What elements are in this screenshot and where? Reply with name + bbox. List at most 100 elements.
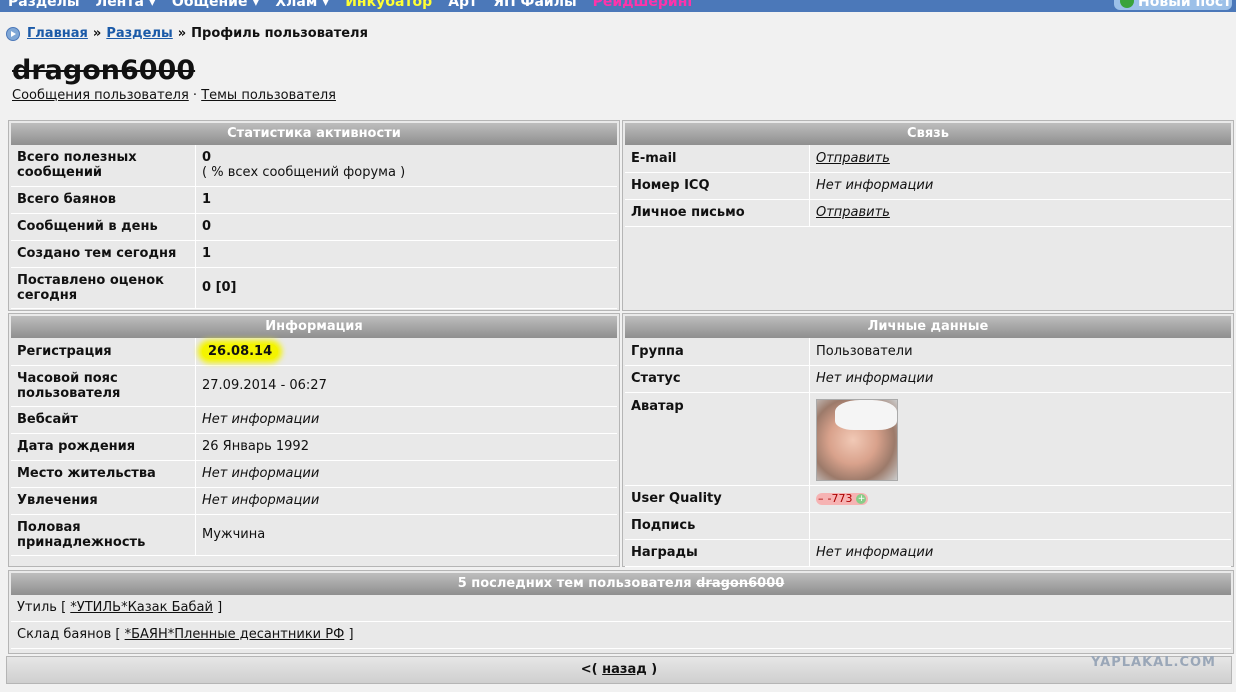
contact-key: E-mail: [625, 145, 810, 173]
nav-item-junk[interactable]: Хлам ▾: [275, 0, 329, 10]
breadcrumb-separator: »: [92, 26, 102, 41]
nav-item-raidsharing[interactable]: Рейдшеринг: [593, 0, 695, 10]
stats-key: Создано тем сегодня: [11, 240, 196, 268]
info-key: Часовой пояс пользователя: [11, 365, 196, 407]
info-value: Нет информации: [195, 460, 617, 488]
latest-topics-header: 5 последних тем пользователя dragon6000: [11, 573, 1231, 595]
topic-bracket: ]: [348, 627, 354, 642]
back-link[interactable]: назад: [602, 662, 647, 677]
back-bar: <( назад ): [6, 656, 1232, 684]
info-value: 27.09.2014 - 06:27: [195, 365, 617, 407]
personal-key: Награды: [625, 539, 810, 567]
nav-item-files[interactable]: ЯП Файлы: [493, 0, 576, 10]
table-row: Сообщений в день 0: [11, 213, 617, 241]
contact-value: Нет информации: [809, 172, 1231, 200]
info-key: Дата рождения: [11, 433, 196, 461]
topic-section: Склад баянов: [17, 627, 112, 642]
table-row: Увлечения Нет информации: [11, 487, 617, 515]
new-post-button[interactable]: Новый пост: [1114, 0, 1232, 10]
info-header: Информация: [11, 316, 617, 338]
nav-item-art[interactable]: Арт: [448, 0, 477, 10]
info-table: Регистрация 26.08.14 Часовой пояс пользо…: [11, 338, 617, 556]
stats-value: 1: [195, 186, 617, 214]
info-key: Регистрация: [11, 338, 196, 366]
contact-value: Отправить: [809, 199, 1231, 227]
breadcrumb: Главная » Разделы » Профиль пользователя: [6, 26, 368, 41]
topic-bracket: [: [61, 600, 67, 615]
table-row: Группа Пользователи: [625, 338, 1231, 366]
nav-item-chat[interactable]: Общение ▾: [172, 0, 260, 10]
table-row: Всего полезных сообщений 0( % всех сообщ…: [11, 145, 617, 187]
table-row: Дата рождения 26 Январь 1992: [11, 433, 617, 461]
table-row: Вебсайт Нет информации: [11, 406, 617, 434]
back-suffix: ): [651, 662, 658, 677]
uq-plus-button[interactable]: +: [856, 493, 867, 504]
links-separator: ·: [192, 88, 198, 103]
stats-key: Всего полезных сообщений: [11, 145, 196, 187]
new-post-label: Новый пост: [1138, 0, 1232, 10]
contact-table: E-mail Отправить Номер ICQ Нет информаци…: [625, 145, 1231, 227]
latest-topics-user: dragon6000: [696, 576, 785, 591]
table-row: Статус Нет информации: [625, 365, 1231, 393]
latest-topics-panel: 5 последних тем пользователя dragon6000 …: [8, 570, 1234, 654]
topic-bracket: [: [115, 627, 121, 642]
breadcrumb-current: Профиль пользователя: [191, 26, 368, 41]
table-row: Регистрация 26.08.14: [11, 338, 617, 366]
info-value: Мужчина: [195, 514, 617, 556]
table-row: Поставлено оценок сегодня 0 [0]: [11, 267, 617, 309]
table-row: Награды Нет информации: [625, 539, 1231, 567]
nav-item-sections[interactable]: Разделы: [8, 0, 80, 10]
stats-value: 1: [195, 240, 617, 268]
stats-key: Поставлено оценок сегодня: [11, 267, 196, 309]
personal-value: Нет информации: [809, 365, 1231, 393]
stats-value: 0 [0]: [195, 267, 617, 309]
list-item: Склад баянов [ *БАЯН*Пленные десантники …: [11, 622, 1231, 649]
private-message-link[interactable]: Отправить: [816, 205, 890, 220]
top-navigation: Разделы Лента ▾ Общение ▾ Хлам ▾ Инкубат…: [0, 0, 1236, 12]
user-posts-link[interactable]: Сообщения пользователя: [12, 88, 189, 103]
avatar-cap: [835, 399, 897, 430]
info-value: Нет информации: [195, 406, 617, 434]
info-key: Место жительства: [11, 460, 196, 488]
table-row: User Quality – -773 +: [625, 485, 1231, 513]
breadcrumb-sections-link[interactable]: Разделы: [106, 26, 172, 41]
contact-value: Отправить: [809, 145, 1231, 173]
info-key: Увлечения: [11, 487, 196, 515]
stats-header: Статистика активности: [11, 123, 617, 145]
table-row: Всего баянов 1: [11, 186, 617, 214]
table-row: Часовой пояс пользователя 27.09.2014 - 0…: [11, 365, 617, 407]
personal-value: Пользователи: [809, 338, 1231, 366]
nav-item-incubator[interactable]: Инкубатор: [345, 0, 432, 10]
info-value: Нет информации: [195, 487, 617, 515]
topic-bracket: ]: [217, 600, 223, 615]
topic-link[interactable]: *БАЯН*Пленные десантники РФ: [125, 627, 345, 642]
back-prefix: <(: [580, 662, 598, 677]
contact-key: Номер ICQ: [625, 172, 810, 200]
stats-value: 0( % всех сообщений форума ): [195, 145, 617, 187]
info-value: 26.08.14: [195, 338, 617, 366]
avatar: [816, 398, 898, 481]
nav-items: Разделы Лента ▾ Общение ▾ Хлам ▾ Инкубат…: [8, 0, 695, 10]
personal-panel: Личные данные Группа Пользователи Статус…: [622, 313, 1234, 567]
breadcrumb-home-link[interactable]: Главная: [27, 26, 88, 41]
nav-item-feed[interactable]: Лента ▾: [96, 0, 156, 10]
stats-key: Сообщений в день: [11, 213, 196, 241]
stats-table: Всего полезных сообщений 0( % всех сообщ…: [11, 145, 617, 309]
contact-key: Личное письмо: [625, 199, 810, 227]
stats-value-main: 0: [202, 150, 212, 166]
info-value: 26 Январь 1992: [195, 433, 617, 461]
topic-link[interactable]: *УТИЛЬ*Казак Бабай: [70, 600, 213, 615]
user-topics-link[interactable]: Темы пользователя: [201, 88, 336, 103]
email-send-link[interactable]: Отправить: [816, 151, 890, 166]
contact-panel: Связь E-mail Отправить Номер ICQ Нет инф…: [622, 120, 1234, 311]
table-row: E-mail Отправить: [625, 145, 1231, 173]
contact-header: Связь: [625, 123, 1231, 145]
latest-topics-title: 5 последних тем пользователя: [457, 576, 692, 591]
uq-value: -773: [827, 492, 853, 505]
stats-value: 0: [195, 213, 617, 241]
stats-key: Всего баянов: [11, 186, 196, 214]
uq-minus-button[interactable]: –: [818, 492, 824, 505]
list-item: Утиль [ *УТИЛЬ*Казак Бабай ]: [11, 595, 1231, 622]
info-panel: Информация Регистрация 26.08.14 Часовой …: [8, 313, 620, 567]
personal-value: – -773 +: [809, 485, 1231, 513]
